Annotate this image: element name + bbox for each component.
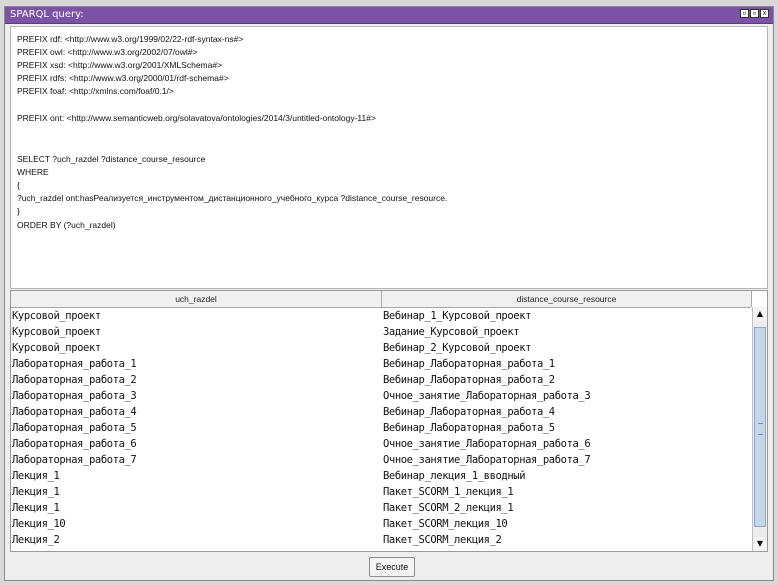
table-row[interactable]: Лабораторная_работа_1 Вебинар_Лабораторна…	[11, 356, 751, 372]
query-line: PREFIX rdf: <http://www.w3.org/1999/02/2…	[17, 34, 244, 44]
query-line: PREFIX rdfs: <http://www.w3.org/2000/01/…	[17, 73, 229, 83]
query-line: {	[17, 180, 20, 190]
restore-icon[interactable]: ▫	[740, 9, 749, 18]
cell-distance-course-resource: Вебинар_Лабораторная_работа_5	[383, 422, 555, 434]
cell-distance-course-resource: Пакет_SCORM_лекция_10	[383, 518, 508, 530]
title-bar[interactable]: SPARQL query: ▫ ▫ x	[5, 7, 773, 24]
table-row[interactable]: Лабораторная_работа_5 Вебинар_Лабораторна…	[11, 420, 751, 436]
table-row[interactable]: Лабораторная_работа_7 Очное_занятие_Лабор…	[11, 452, 751, 468]
cell-distance-course-resource: Очное_занятие_Лабораторная_работа_7	[383, 454, 591, 466]
query-line: PREFIX xsd: <http://www.w3.org/2001/XMLS…	[17, 60, 223, 70]
query-line: ORDER BY (?uch_razdel)	[17, 220, 116, 230]
cell-uch-razdel: Лабораторная_работа_4	[12, 406, 137, 418]
table-row[interactable]: Лабораторная_работа_6 Очное_занятие_Лабор…	[11, 436, 751, 452]
query-line: PREFIX owl: <http://www.w3.org/2002/07/o…	[17, 47, 198, 57]
cell-distance-course-resource: Пакет_SCORM_2_лекция_1	[383, 502, 514, 514]
cell-distance-course-resource: Вебинар_лекция_1_вводный	[383, 470, 526, 482]
cell-distance-course-resource: Очное_занятие_Лабораторная_работа_3	[383, 390, 591, 402]
close-icon[interactable]: x	[760, 9, 769, 18]
maximize-icon[interactable]: ▫	[750, 9, 759, 18]
query-line: PREFIX foaf: <http://xmlns.com/foaf/0.1/…	[17, 86, 174, 96]
sparql-query-window: SPARQL query: ▫ ▫ x PREFIX rdf: <http://…	[4, 6, 774, 581]
table-header: uch_razdel distance_course_resource	[11, 291, 752, 308]
cell-uch-razdel: Лабораторная_работа_1	[12, 358, 137, 370]
cell-uch-razdel: Лабораторная_работа_3	[12, 390, 137, 402]
column-header-distance-course-resource[interactable]: distance_course_resource	[382, 291, 752, 307]
cell-distance-course-resource: Вебинар_2_Курсовой_проект	[383, 342, 532, 354]
table-row[interactable]: Лабораторная_работа_4 Вебинар_Лабораторна…	[11, 404, 751, 420]
cell-uch-razdel: Лекция_2	[12, 534, 60, 546]
window-controls: ▫ ▫ x	[740, 9, 769, 18]
query-line: }	[17, 206, 20, 216]
cell-distance-course-resource: Вебинар_1_Курсовой_проект	[383, 310, 532, 322]
cell-uch-razdel: Лекция_1	[12, 502, 60, 514]
query-line: SELECT ?uch_razdel ?distance_course_reso…	[17, 154, 206, 164]
table-row[interactable]: Лекция_2 Пакет_SCORM_лекция_2	[11, 532, 751, 548]
scrollbar-thumb[interactable]	[754, 327, 766, 527]
cell-uch-razdel: Лабораторная_работа_7	[12, 454, 137, 466]
table-row[interactable]: Лекция_10 Пакет_SCORM_лекция_10	[11, 516, 751, 532]
cell-uch-razdel: Лабораторная_работа_6	[12, 438, 137, 450]
cell-uch-razdel: Лабораторная_работа_2	[12, 374, 137, 386]
cell-distance-course-resource: Очное_занятие_Лабораторная_работа_6	[383, 438, 591, 450]
table-row[interactable]: Курсовой_проект Задание_Курсовой_проект	[11, 324, 751, 340]
cell-uch-razdel: Лекция_1	[12, 486, 60, 498]
cell-uch-razdel: Курсовой_проект	[12, 326, 101, 338]
table-row[interactable]: Лабораторная_работа_3 Очное_занятие_Лабор…	[11, 388, 751, 404]
grip-icon	[758, 423, 763, 435]
table-row[interactable]: Курсовой_проект Вебинар_1_Курсовой_проект	[11, 308, 751, 324]
cell-distance-course-resource: Вебинар_Лабораторная_работа_4	[383, 406, 555, 418]
query-line: PREFIX ont: <http://www.semanticweb.org/…	[17, 113, 376, 123]
query-line: WHERE	[17, 167, 49, 177]
cell-uch-razdel: Курсовой_проект	[12, 310, 101, 322]
cell-distance-course-resource: Вебинар_Лабораторная_работа_2	[383, 374, 555, 386]
cell-distance-course-resource: Вебинар_Лабораторная_работа_1	[383, 358, 555, 370]
vertical-scrollbar[interactable]: ▲ ▼	[752, 307, 767, 551]
table-row[interactable]: Лабораторная_работа_2 Вебинар_Лабораторна…	[11, 372, 751, 388]
query-editor[interactable]: PREFIX rdf: <http://www.w3.org/1999/02/2…	[10, 26, 768, 289]
cell-uch-razdel: Курсовой_проект	[12, 342, 101, 354]
scroll-down-icon[interactable]: ▼	[753, 537, 767, 551]
cell-distance-course-resource: Задание_Курсовой_проект	[383, 326, 520, 338]
cell-distance-course-resource: Пакет_SCORM_1_лекция_1	[383, 486, 514, 498]
cell-uch-razdel: Лекция_1	[12, 470, 60, 482]
results-table: uch_razdel distance_course_resource Курс…	[10, 290, 768, 552]
window-title: SPARQL query:	[10, 9, 84, 20]
cell-uch-razdel: Лекция_10	[12, 518, 66, 530]
table-row[interactable]: Лекция_1 Вебинар_лекция_1_вводный	[11, 468, 751, 484]
table-row[interactable]: Лекция_1 Пакет_SCORM_2_лекция_1	[11, 500, 751, 516]
cell-distance-course-resource: Пакет_SCORM_лекция_2	[383, 534, 502, 546]
query-line: ?uch_razdel ont:hasРеализуется_инструмен…	[17, 193, 448, 203]
execute-button[interactable]: Execute	[369, 557, 415, 577]
scroll-up-icon[interactable]: ▲	[753, 307, 767, 321]
cell-uch-razdel: Лабораторная_работа_5	[12, 422, 137, 434]
column-header-uch-razdel[interactable]: uch_razdel	[11, 291, 382, 307]
table-body: Курсовой_проект Вебинар_1_Курсовой_проект…	[11, 308, 751, 551]
table-row[interactable]: Лекция_1 Пакет_SCORM_1_лекция_1	[11, 484, 751, 500]
table-row[interactable]: Курсовой_проект Вебинар_2_Курсовой_проект	[11, 340, 751, 356]
